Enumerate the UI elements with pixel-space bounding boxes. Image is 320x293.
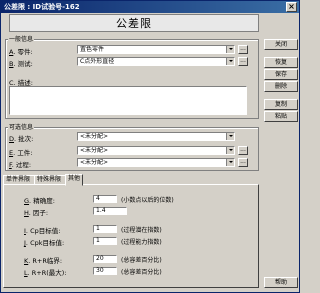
rr-max-label: L. R+R(最大):	[24, 269, 67, 277]
window-title: 公差限 : ID试验号-162	[4, 3, 80, 11]
copy-button[interactable]: 复制	[264, 99, 298, 110]
test-label: B. 测试:	[9, 60, 33, 68]
close-button[interactable]: 关闭	[264, 39, 298, 50]
help-button[interactable]: 帮助	[264, 277, 298, 288]
precision-label: G. 精确度:	[24, 197, 55, 205]
optional-info-label: 可选信息	[8, 122, 35, 131]
rr-field[interactable]: 20	[93, 255, 117, 263]
process-label: F. 过程:	[9, 161, 32, 169]
restore-button[interactable]: 恢复	[264, 57, 298, 68]
factor-label: H. 因子:	[24, 209, 49, 217]
chevron-down-icon	[226, 159, 234, 166]
delete-button[interactable]: 删除	[264, 81, 298, 92]
test-select[interactable]: C点外形直径	[77, 57, 235, 66]
cpk-label: J. Cpk目标值:	[24, 239, 65, 247]
tolerance-window: 公差限 : ID试验号-162 × 公差限 一般信息 A. 零件: 置色零件 .…	[0, 0, 300, 293]
rr-max-field[interactable]: 30	[93, 267, 117, 275]
chevron-down-icon	[226, 58, 234, 65]
batch-label: D. 批次:	[9, 135, 34, 143]
factor-field[interactable]: 1.4	[93, 207, 127, 215]
cp-field[interactable]: 1	[93, 225, 117, 233]
test-browse-button[interactable]: ...	[238, 57, 248, 66]
chevron-down-icon	[226, 147, 234, 154]
chevron-down-icon	[226, 46, 234, 53]
job-browse-button[interactable]: ...	[238, 146, 248, 155]
cp-note: (过程潜在指数)	[121, 227, 162, 234]
title-bar[interactable]: 公差限 : ID试验号-162 ×	[1, 1, 299, 13]
rr-note: (总容差百分比)	[121, 257, 162, 264]
rr-label: K. R+R临界:	[24, 257, 63, 265]
general-info-label: 一般信息	[8, 34, 35, 43]
cpk-field[interactable]: 1	[93, 237, 117, 245]
cp-label: I. Cp目标值:	[24, 227, 61, 235]
description-field[interactable]	[9, 86, 247, 115]
close-icon: ×	[288, 2, 295, 11]
page-title: 公差限	[9, 14, 259, 32]
save-button[interactable]: 保存	[264, 69, 298, 80]
process-browse-button[interactable]: ...	[238, 158, 248, 167]
precision-note: (小数点以后的位数)	[121, 197, 174, 204]
other-tab-panel: G. 精确度: 4 (小数点以后的位数) H. 因子: 1.4 I. Cp目标值…	[3, 184, 259, 288]
precision-field[interactable]: 4	[93, 195, 117, 203]
part-select[interactable]: 置色零件	[77, 45, 235, 54]
job-label: E. 工件:	[9, 149, 33, 157]
job-select[interactable]: <未分配>	[77, 146, 235, 155]
paste-button[interactable]: 粘贴	[264, 111, 298, 122]
process-select[interactable]: <未分配>	[77, 158, 235, 167]
part-browse-button[interactable]: ...	[238, 45, 248, 54]
chevron-down-icon	[226, 133, 234, 140]
cpk-note: (过程能力指数)	[121, 239, 162, 246]
part-label: A. 零件:	[9, 48, 33, 56]
rr-max-note: (总容差百分比)	[121, 269, 162, 276]
tab-other[interactable]: 其他	[65, 174, 83, 186]
close-window-button[interactable]: ×	[286, 2, 297, 12]
batch-select[interactable]: <未分配>	[77, 132, 235, 141]
